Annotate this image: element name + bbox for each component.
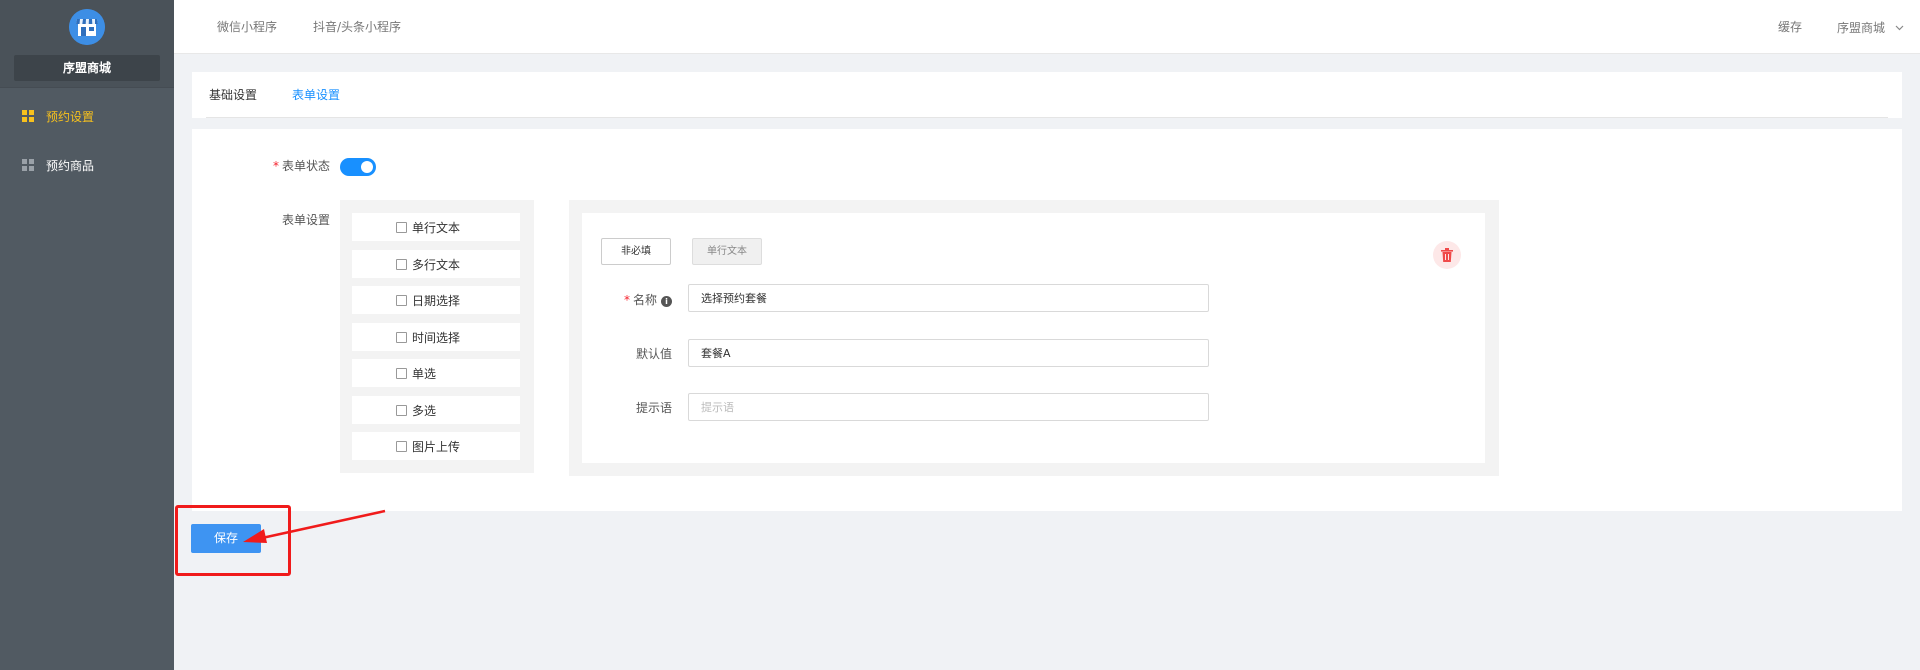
hint-label: 提示语 xyxy=(635,401,672,415)
store-logo-icon[interactable] xyxy=(69,9,105,45)
palette-item-checkbox[interactable]: 多选 xyxy=(352,396,520,424)
text-field-icon xyxy=(396,222,407,233)
tab-wechat-miniprogram[interactable]: 微信小程序 xyxy=(217,0,277,54)
sidebar-header: 序盟商城 xyxy=(0,0,174,88)
trash-icon xyxy=(1441,248,1453,266)
form-status-label: * 表单状态 xyxy=(272,159,330,173)
clock-icon xyxy=(396,332,407,343)
cache-button[interactable]: 缓存 xyxy=(1778,0,1802,54)
grid-icon xyxy=(22,110,34,122)
checkbox-icon xyxy=(396,405,407,416)
tab-divider xyxy=(206,117,1888,118)
field-editor: 非必填 单行文本 *名称i 默认值 提示语 xyxy=(569,200,1499,476)
radio-icon xyxy=(396,368,407,379)
hint-input[interactable] xyxy=(688,393,1209,421)
grid-icon xyxy=(22,159,34,171)
delete-field-button[interactable] xyxy=(1433,241,1461,269)
form-settings-panel: * 表单状态 表单设置 单行文本 多行文本 日期选择 时间选择 单选 多选 图片… xyxy=(192,129,1902,511)
name-label: * 名称 i xyxy=(582,291,672,308)
palette-item-time-picker[interactable]: 时间选择 xyxy=(352,323,520,351)
textarea-icon xyxy=(396,259,407,270)
default-value-label: 默认值 xyxy=(635,347,672,361)
name-input[interactable] xyxy=(688,284,1209,312)
sidebar-item-reservation-products[interactable]: 预约商品 xyxy=(0,147,174,183)
palette-item-radio[interactable]: 单选 xyxy=(352,359,520,387)
sidebar-item-label: 预约设置 xyxy=(46,109,95,124)
image-icon xyxy=(396,441,407,452)
sidebar-item-reservation-settings[interactable]: 预约设置 xyxy=(0,98,174,134)
default-value-input[interactable] xyxy=(688,339,1209,367)
field-type-button[interactable]: 单行文本 xyxy=(692,238,762,265)
tab-basic-settings[interactable]: 基础设置 xyxy=(209,72,257,118)
form-status-toggle[interactable] xyxy=(340,158,376,176)
palette-item-single-line-text[interactable]: 单行文本 xyxy=(352,213,520,241)
form-settings-label: 表单设置 xyxy=(281,213,330,227)
palette-item-image-upload[interactable]: 图片上传 xyxy=(352,432,520,460)
settings-tabs: 基础设置 表单设置 xyxy=(192,72,1902,118)
field-editor-card: 非必填 单行文本 *名称i 默认值 提示语 xyxy=(582,213,1485,463)
palette-item-date-picker[interactable]: 日期选择 xyxy=(352,286,520,314)
tab-douyin-miniprogram[interactable]: 抖音/头条小程序 xyxy=(313,0,401,54)
shop-name: 序盟商城 xyxy=(14,55,160,81)
tab-form-settings[interactable]: 表单设置 xyxy=(292,72,341,118)
annotation-arrow-icon xyxy=(243,509,386,543)
sidebar-item-label: 预约商品 xyxy=(46,158,95,173)
calendar-icon xyxy=(396,295,407,306)
field-palette: 单行文本 多行文本 日期选择 时间选择 单选 多选 图片上传 xyxy=(340,200,534,473)
user-menu-label: 序盟商城 xyxy=(1837,21,1886,35)
required-toggle-button[interactable]: 非必填 xyxy=(601,238,671,265)
sidebar: 序盟商城 预约设置 预约商品 xyxy=(0,0,174,670)
user-menu[interactable]: 序盟商城 xyxy=(1837,0,1904,54)
palette-item-multi-line-text[interactable]: 多行文本 xyxy=(352,250,520,278)
chevron-down-icon xyxy=(1895,0,1904,54)
info-icon[interactable]: i xyxy=(661,296,672,307)
top-bar: 微信小程序 抖音/头条小程序 缓存 序盟商城 xyxy=(174,0,1920,54)
